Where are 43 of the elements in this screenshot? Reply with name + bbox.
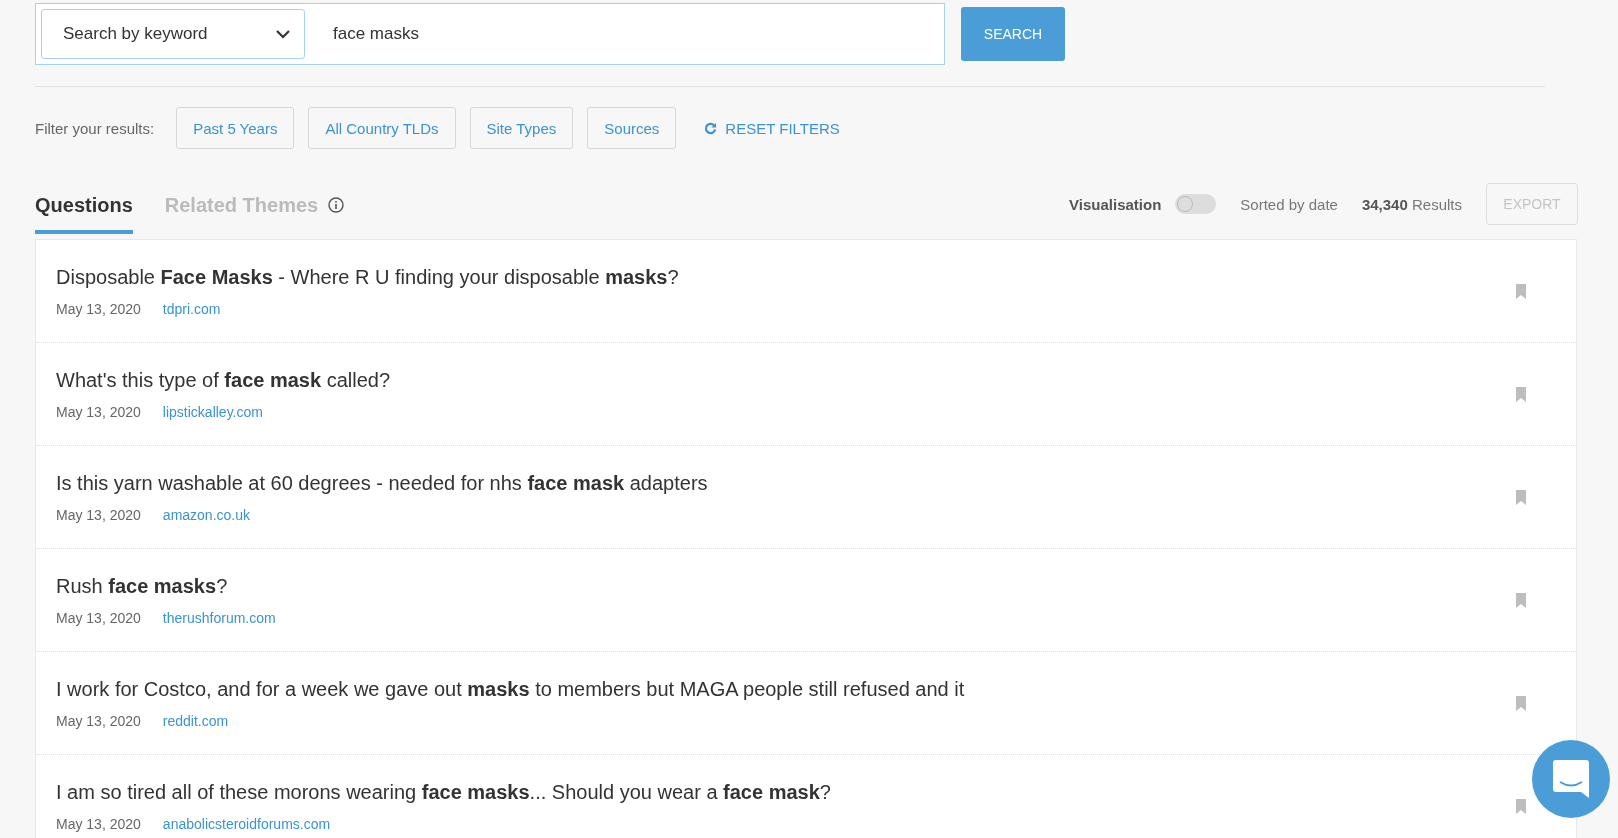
result-site-link[interactable]: therushforum.com <box>162 609 276 626</box>
result-date: May 13, 2020 <box>56 506 141 523</box>
chat-bubble-icon <box>1553 760 1589 798</box>
chevron-down-icon <box>276 29 290 39</box>
result-title[interactable]: I work for Costco, and for a week we gave out masks to members but MAGA people still refused and it <box>56 677 965 701</box>
result-site-link[interactable]: tdpri.com <box>162 300 221 317</box>
bookmark-icon[interactable] <box>1516 592 1526 608</box>
tab[interactable]: Related Themes <box>164 188 345 234</box>
result-date: May 13, 2020 <box>56 712 141 729</box>
result-site-link[interactable]: anabolicsteroidforums.com <box>162 815 331 832</box>
search-input[interactable]: face masks <box>331 23 939 45</box>
refresh-icon <box>704 121 718 135</box>
results-count: 34,340 Results <box>1361 195 1462 213</box>
bookmark-icon[interactable] <box>1516 386 1526 402</box>
search-mode-dropdown[interactable]: Search by keyword <box>41 9 305 59</box>
result-date: May 13, 2020 <box>56 609 141 626</box>
tab[interactable]: Questions <box>35 188 133 234</box>
sort-label: Sorted by date <box>1240 195 1338 213</box>
bookmark-icon[interactable] <box>1516 283 1526 299</box>
filter-button[interactable]: All Country TLDs <box>308 107 456 149</box>
result-title[interactable]: I am so tired all of these morons wearing face masks... Should you wear a face mask? <box>56 780 831 804</box>
visualisation-label: Visualisation <box>1069 195 1162 213</box>
info-icon <box>328 197 345 213</box>
result-site-link[interactable]: lipstickalley.com <box>162 403 263 420</box>
result-date: May 13, 2020 <box>56 300 141 317</box>
search-button[interactable]: SEARCH <box>961 7 1065 61</box>
result-title[interactable]: Rush face masks? <box>56 574 228 598</box>
reset-filters-button[interactable]: RESET FILTERS <box>698 118 846 138</box>
result-site-link[interactable]: amazon.co.uk <box>162 506 250 523</box>
result-date: May 13, 2020 <box>56 403 141 420</box>
filter-button[interactable]: Site Types <box>469 107 574 149</box>
filter-label: Filter your results: <box>35 119 155 137</box>
filter-button[interactable]: Past 5 Years <box>176 107 295 149</box>
bookmark-icon[interactable] <box>1516 695 1526 711</box>
bookmark-icon[interactable] <box>1516 489 1526 505</box>
filter-button[interactable]: Sources <box>587 107 677 149</box>
result-title[interactable]: Disposable Face Masks - Where R U finding your disposable masks? <box>56 265 679 289</box>
result-site-link[interactable]: reddit.com <box>162 712 229 729</box>
result-title[interactable]: Is this yarn washable at 60 degrees - needed for nhs face mask adapters <box>56 471 708 495</box>
bookmark-icon[interactable] <box>1516 798 1526 814</box>
result-date: May 13, 2020 <box>56 815 141 832</box>
visualisation-toggle[interactable] <box>1175 194 1217 214</box>
result-title[interactable]: What's this type of face mask called? <box>56 368 391 392</box>
